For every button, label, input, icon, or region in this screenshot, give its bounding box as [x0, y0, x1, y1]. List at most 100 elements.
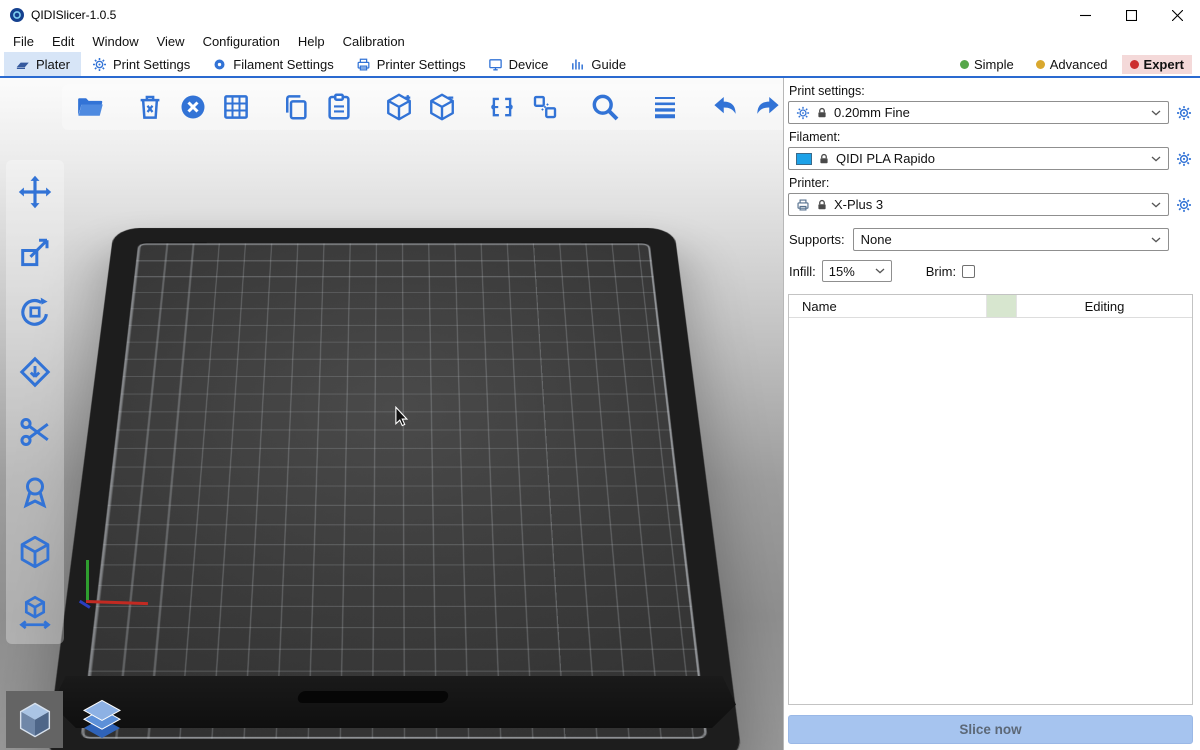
slice-now-button[interactable]: Slice now — [788, 715, 1193, 744]
column-editing[interactable]: Editing — [1017, 295, 1192, 317]
paste-button[interactable] — [321, 89, 357, 125]
mode-advanced[interactable]: Advanced — [1028, 55, 1116, 74]
settings-sidebar: Print settings: 0.20mm Fine Filament: QI… — [783, 78, 1200, 750]
filament-combo[interactable]: QIDI PLA Rapido — [788, 147, 1169, 170]
editor-view-toggle[interactable] — [6, 691, 63, 748]
tabbar: Plater Print Settings Filament Settings … — [0, 52, 1200, 76]
copy-button[interactable] — [278, 89, 314, 125]
split-to-objects-button[interactable] — [484, 89, 520, 125]
tab-printer-settings[interactable]: Printer Settings — [345, 52, 477, 76]
filament-spool-icon — [212, 57, 227, 72]
menu-window[interactable]: Window — [83, 32, 147, 51]
tab-print-settings[interactable]: Print Settings — [81, 52, 201, 76]
scale-tool-button[interactable] — [13, 230, 57, 274]
place-on-face-tool-button[interactable] — [13, 350, 57, 394]
measure-tool-button[interactable] — [13, 590, 57, 634]
remove-instance-button[interactable] — [424, 89, 460, 125]
chevron-down-icon — [1151, 110, 1161, 116]
variable-layer-height-button[interactable] — [647, 89, 683, 125]
infill-value: 15% — [829, 264, 855, 279]
top-toolbar — [62, 84, 783, 130]
advanced-mode-dot-icon — [1036, 60, 1045, 69]
tab-guide[interactable]: Guide — [559, 52, 637, 76]
arrange-button[interactable] — [218, 89, 254, 125]
redo-button[interactable] — [750, 89, 783, 125]
brim-label: Brim: — [926, 264, 956, 279]
filament-gear-button[interactable] — [1175, 150, 1193, 168]
3d-viewport[interactable] — [0, 78, 783, 750]
chevron-down-icon — [1151, 237, 1161, 243]
tab-device[interactable]: Device — [477, 52, 560, 76]
window-title: QIDISlicer-1.0.5 — [31, 8, 116, 22]
move-tool-button[interactable] — [13, 170, 57, 214]
emboss-tool-button[interactable] — [13, 530, 57, 574]
close-button[interactable] — [1154, 0, 1200, 30]
split-to-parts-button[interactable] — [527, 89, 563, 125]
app-window: QIDISlicer-1.0.5 File Edit Window View C… — [0, 0, 1200, 750]
object-list: Name Editing — [788, 294, 1193, 705]
mode-simple[interactable]: Simple — [952, 55, 1022, 74]
object-list-body[interactable] — [789, 318, 1192, 704]
minimize-button[interactable] — [1062, 0, 1108, 30]
mouse-cursor — [394, 406, 410, 428]
menu-view[interactable]: View — [148, 32, 194, 51]
printer-base-skirt — [52, 676, 736, 728]
object-list-header: Name Editing — [789, 295, 1192, 318]
infill-label: Infill: — [789, 264, 816, 279]
delete-button[interactable] — [132, 89, 168, 125]
mode-advanced-label: Advanced — [1050, 57, 1108, 72]
open-file-button[interactable] — [72, 89, 108, 125]
supports-combo[interactable]: None — [853, 228, 1169, 251]
seam-paint-tool-button[interactable] — [13, 470, 57, 514]
tab-plater-label: Plater — [36, 57, 70, 72]
lock-icon — [816, 107, 828, 119]
print-settings-label: Print settings: — [789, 84, 1193, 98]
axes-indicator — [86, 558, 156, 602]
menu-edit[interactable]: Edit — [43, 32, 83, 51]
tab-device-label: Device — [509, 57, 549, 72]
cut-tool-button[interactable] — [13, 410, 57, 454]
filament-label: Filament: — [789, 130, 1193, 144]
supports-value: None — [861, 232, 892, 247]
tab-print-settings-label: Print Settings — [113, 57, 190, 72]
menu-calibration[interactable]: Calibration — [334, 32, 414, 51]
mode-expert[interactable]: Expert — [1122, 55, 1192, 74]
maximize-button[interactable] — [1108, 0, 1154, 30]
tab-printer-settings-label: Printer Settings — [377, 57, 466, 72]
menubar: File Edit Window View Configuration Help… — [0, 30, 1200, 52]
guide-book-icon — [570, 57, 585, 72]
printer-gear-button[interactable] — [1175, 196, 1193, 214]
search-button[interactable] — [587, 89, 623, 125]
printer-label: Printer: — [789, 176, 1193, 190]
titlebar: QIDISlicer-1.0.5 — [0, 0, 1200, 30]
menu-help[interactable]: Help — [289, 32, 334, 51]
tab-plater[interactable]: Plater — [4, 52, 81, 76]
lock-icon — [816, 199, 828, 211]
undo-button[interactable] — [707, 89, 743, 125]
rotate-tool-button[interactable] — [13, 290, 57, 334]
view-toggles — [6, 691, 130, 748]
menu-file[interactable]: File — [4, 32, 43, 51]
print-bed-plate — [45, 228, 742, 750]
chevron-down-icon — [875, 268, 885, 274]
tab-filament-settings-label: Filament Settings — [233, 57, 333, 72]
add-instance-button[interactable] — [381, 89, 417, 125]
print-settings-gear-button[interactable] — [1175, 104, 1193, 122]
tab-filament-settings[interactable]: Filament Settings — [201, 52, 344, 76]
print-bed-grid — [80, 243, 707, 738]
preview-view-toggle[interactable] — [73, 691, 130, 748]
mode-simple-label: Simple — [974, 57, 1014, 72]
column-name[interactable]: Name — [789, 295, 987, 317]
brim-checkbox[interactable] — [962, 265, 975, 278]
column-extruder[interactable] — [987, 295, 1017, 317]
simple-mode-dot-icon — [960, 60, 969, 69]
tab-guide-label: Guide — [591, 57, 626, 72]
delete-all-button[interactable] — [175, 89, 211, 125]
lock-icon — [818, 153, 830, 165]
app-logo-icon — [9, 7, 25, 23]
print-settings-combo[interactable]: 0.20mm Fine — [788, 101, 1169, 124]
menu-configuration[interactable]: Configuration — [194, 32, 289, 51]
infill-combo[interactable]: 15% — [822, 260, 892, 282]
printer-combo[interactable]: X-Plus 3 — [788, 193, 1169, 216]
chevron-down-icon — [1151, 202, 1161, 208]
